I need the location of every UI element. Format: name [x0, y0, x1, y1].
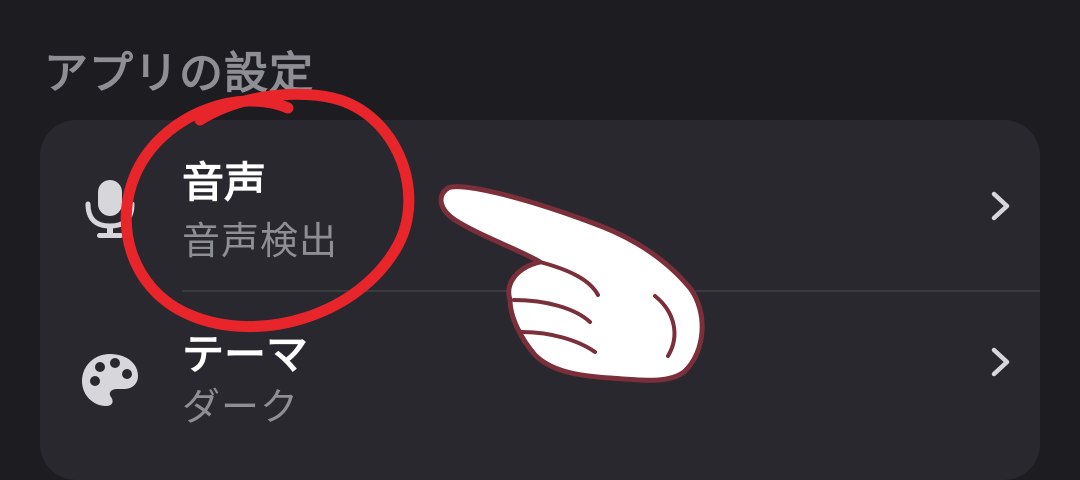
section-title: アプリの設定 [44, 48, 314, 99]
settings-item-voice[interactable]: 音声 音声検出 [40, 120, 1040, 292]
voice-title: 音声 [182, 158, 267, 207]
palette-icon [82, 354, 138, 406]
microphone-icon [85, 180, 135, 238]
theme-subtitle: ダーク [182, 385, 300, 429]
settings-item-theme[interactable]: テーマ ダーク [40, 292, 1040, 462]
voice-subtitle: 音声検出 [182, 219, 339, 263]
theme-title: テーマ [182, 330, 309, 379]
chevron-right-icon [991, 347, 1010, 377]
settings-card: 音声 音声検出 テーマ ダーク [40, 120, 1040, 480]
chevron-right-icon [991, 191, 1010, 221]
